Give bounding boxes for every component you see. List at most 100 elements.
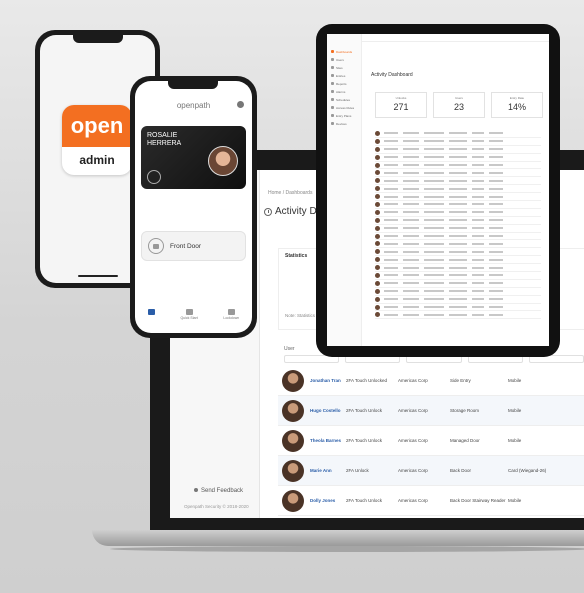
table-row[interactable]: Theola Barnes 2FA Touch Unlock Americas … <box>278 426 584 456</box>
list-item[interactable] <box>375 146 541 154</box>
nav-item-home[interactable] <box>147 309 155 320</box>
list-item[interactable] <box>375 288 541 296</box>
cell-placeholder <box>449 132 467 135</box>
list-item[interactable] <box>375 280 541 288</box>
cell-placeholder <box>384 156 398 159</box>
stat-label: Users <box>455 96 463 100</box>
sidebar-item[interactable]: Users <box>331 57 357 62</box>
cell-placeholder <box>449 258 467 261</box>
list-item[interactable] <box>375 248 541 257</box>
avatar <box>375 225 380 231</box>
table-row[interactable]: Dolly Jones 2FA Touch Unlock Americas Co… <box>278 486 584 516</box>
cell-placeholder <box>403 148 419 151</box>
nav-item-lockdown[interactable]: Lockdown <box>223 309 239 320</box>
list-item[interactable] <box>375 233 541 241</box>
sidebar-item[interactable]: Schedules <box>331 97 357 102</box>
user-name[interactable]: Theola Barnes <box>310 438 346 443</box>
card-photo <box>208 146 238 176</box>
statistics-label[interactable]: Statistics <box>285 253 307 259</box>
list-item[interactable] <box>375 154 541 162</box>
cell-placeholder <box>403 282 419 285</box>
avatar <box>375 170 380 176</box>
cell-placeholder <box>472 250 484 253</box>
phone-app-screen: openpath ROSALIE HERRERA Front Door Quic… <box>135 81 252 333</box>
user-name[interactable]: Jonathan Tran <box>310 378 346 383</box>
list-item[interactable] <box>375 217 541 225</box>
table-row[interactable]: Jonathan Tran 2FA Touch Unlocked America… <box>278 366 584 396</box>
sidebar-item[interactable]: Alarms <box>331 89 357 94</box>
cell-placeholder <box>472 306 484 309</box>
user-name[interactable]: Marie Ann <box>310 468 346 473</box>
sidebar-item[interactable]: Entry Plans <box>331 113 357 118</box>
list-item[interactable] <box>375 193 541 202</box>
sidebar-item[interactable]: Sites <box>331 65 357 70</box>
sidebar-item-label: Sites <box>336 65 343 70</box>
sidebar-item-label: Reports <box>336 81 347 86</box>
table-row[interactable]: Marie Ann 2FA Unlock Americas Corp Back … <box>278 456 584 486</box>
cell-placeholder <box>384 164 398 166</box>
list-item[interactable] <box>375 162 541 170</box>
cell-placeholder <box>489 179 503 182</box>
list-item[interactable] <box>375 138 541 146</box>
cell-placeholder <box>384 148 398 151</box>
user-name[interactable]: Dolly Jones <box>310 498 346 503</box>
list-item[interactable] <box>375 130 541 138</box>
sidebar-item[interactable]: Entries <box>331 73 357 78</box>
tablet-topbar <box>362 34 549 42</box>
sidebar-item[interactable]: Devices <box>331 121 357 126</box>
cell-placeholder <box>472 290 484 293</box>
list-item[interactable] <box>375 225 541 233</box>
list-item[interactable] <box>375 240 541 249</box>
action-cell: 2FA Touch Unlocked <box>346 378 387 383</box>
cell-placeholder <box>403 164 419 166</box>
avatar <box>375 296 380 302</box>
list-item[interactable] <box>375 185 541 194</box>
cell-placeholder <box>384 266 398 269</box>
list-item[interactable] <box>375 177 541 186</box>
sidebar-item[interactable]: Dashboards <box>331 49 357 54</box>
table-row[interactable]: Hugo Costello 2FA Touch Unlock Americas … <box>278 396 584 426</box>
user-icon[interactable] <box>237 101 244 108</box>
breadcrumb[interactable]: Home / Dashboards <box>268 190 312 196</box>
list-item[interactable] <box>375 256 541 265</box>
list-item[interactable] <box>375 209 541 217</box>
cell-placeholder <box>384 132 398 135</box>
list-item[interactable] <box>375 169 541 178</box>
dashboard-icon <box>331 50 334 53</box>
cell-placeholder <box>472 164 484 166</box>
credential-card[interactable]: ROSALIE HERRERA <box>141 126 246 189</box>
front-door-button[interactable]: Front Door <box>141 231 246 261</box>
cell-placeholder <box>449 211 467 214</box>
phone-app: openpath ROSALIE HERRERA Front Door Quic… <box>130 76 257 338</box>
site-cell: Americas Corp <box>398 438 428 443</box>
sidebar-item[interactable]: Reports <box>331 81 357 86</box>
avatar <box>375 217 380 223</box>
feedback-label: Send Feedback <box>201 488 244 494</box>
list-item[interactable] <box>375 201 541 209</box>
list-item[interactable] <box>375 264 541 273</box>
user-name[interactable]: Hugo Costello <box>310 408 346 413</box>
cell-placeholder <box>424 258 444 261</box>
sidebar-item-label: Schedules <box>336 97 351 102</box>
open-admin-app-icon[interactable]: open admin <box>62 105 132 175</box>
entries-icon <box>331 74 334 77</box>
list-item[interactable] <box>375 296 541 304</box>
sidebar-item-label: Dashboards <box>336 49 353 54</box>
sidebar-item-label: Entry Plans <box>336 113 352 118</box>
avatar <box>375 241 380 247</box>
list-item[interactable] <box>375 311 541 320</box>
cell-placeholder <box>472 156 484 159</box>
send-feedback-link[interactable]: Send Feedback <box>194 488 243 494</box>
door-cell: Back Door Stairway Reader <box>450 498 506 503</box>
cell-placeholder <box>384 290 398 293</box>
list-item[interactable] <box>375 304 541 312</box>
lockdown-icon <box>227 309 235 315</box>
home-icon <box>147 309 155 315</box>
cell-placeholder <box>384 313 398 316</box>
list-item[interactable] <box>375 272 541 280</box>
nav-item-quick-start[interactable]: Quick Start <box>180 309 198 320</box>
sites-icon <box>331 66 334 69</box>
cell-placeholder <box>424 274 444 277</box>
sidebar-item[interactable]: Access Rules <box>331 105 357 110</box>
chat-icon <box>194 488 198 492</box>
